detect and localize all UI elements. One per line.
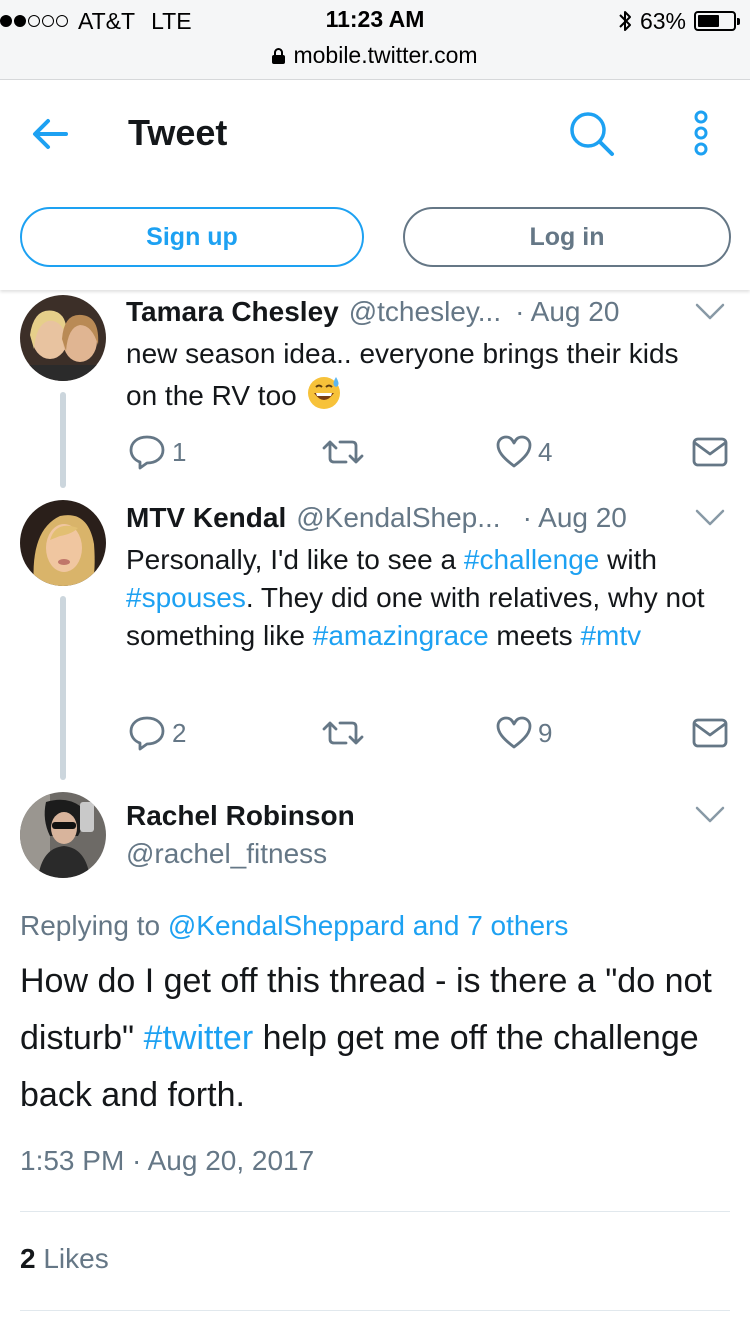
page-title: Tweet	[128, 112, 228, 153]
retweet-icon	[322, 721, 364, 745]
reply-icon	[129, 716, 165, 751]
hashtag-link[interactable]: #challenge	[464, 544, 599, 575]
login-button[interactable]: Log in	[403, 207, 731, 267]
likes-count: 2	[20, 1243, 36, 1274]
likes-label: Likes	[43, 1243, 109, 1274]
hashtag-link[interactable]: #amazingrace	[313, 620, 489, 651]
tweet-timestamp[interactable]: 1:53 PM · Aug 20, 2017	[20, 1145, 314, 1177]
tweet-actions: 2 9	[126, 713, 730, 753]
more-options-icon[interactable]	[686, 108, 716, 158]
tweet-date[interactable]: · Aug 20	[523, 502, 627, 534]
hashtag-link[interactable]: #twitter	[144, 1019, 254, 1057]
replying-to-link[interactable]: @KendalSheppard and 7 others	[168, 910, 569, 941]
divider	[20, 1211, 730, 1212]
tweet-text: How do I get off this thread - is there …	[20, 962, 712, 1114]
tweet-header: MTV Kendal @KendalShep... · Aug 20	[126, 502, 627, 534]
likes-summary[interactable]: 2 Likes	[20, 1243, 109, 1275]
reply-count: 2	[172, 717, 187, 748]
chevron-down-icon[interactable]	[694, 805, 726, 825]
like-button[interactable]: 9	[496, 713, 552, 753]
direct-message-button[interactable]	[692, 713, 728, 753]
reply-button[interactable]: 2	[128, 713, 186, 753]
hashtag-link[interactable]: #spouses	[126, 582, 246, 613]
tweet-text: Personally, I'd like to see a #challenge…	[126, 544, 705, 651]
author-name[interactable]: Rachel Robinson	[126, 800, 355, 832]
author-handle[interactable]: @rachel_fitness	[126, 838, 327, 870]
avatar[interactable]	[20, 792, 106, 878]
replying-to: Replying to @KendalSheppard and 7 others	[20, 910, 569, 941]
search-icon[interactable]	[566, 108, 616, 158]
heart-icon	[496, 716, 532, 749]
signup-button[interactable]: Sign up	[20, 207, 364, 267]
retweet-button[interactable]	[322, 713, 364, 753]
chevron-down-icon[interactable]	[694, 508, 726, 528]
avatar[interactable]	[20, 500, 106, 586]
envelope-icon	[692, 718, 728, 748]
author-name[interactable]: MTV Kendal	[126, 502, 286, 534]
author-handle[interactable]: @KendalShep...	[296, 502, 500, 534]
back-arrow-icon[interactable]	[28, 112, 72, 156]
page-header: Tweet Sign up Log in	[0, 80, 750, 290]
thread-line	[60, 596, 66, 780]
hashtag-link[interactable]: #mtv	[580, 620, 641, 651]
divider	[20, 1310, 730, 1311]
like-count: 9	[538, 717, 553, 748]
